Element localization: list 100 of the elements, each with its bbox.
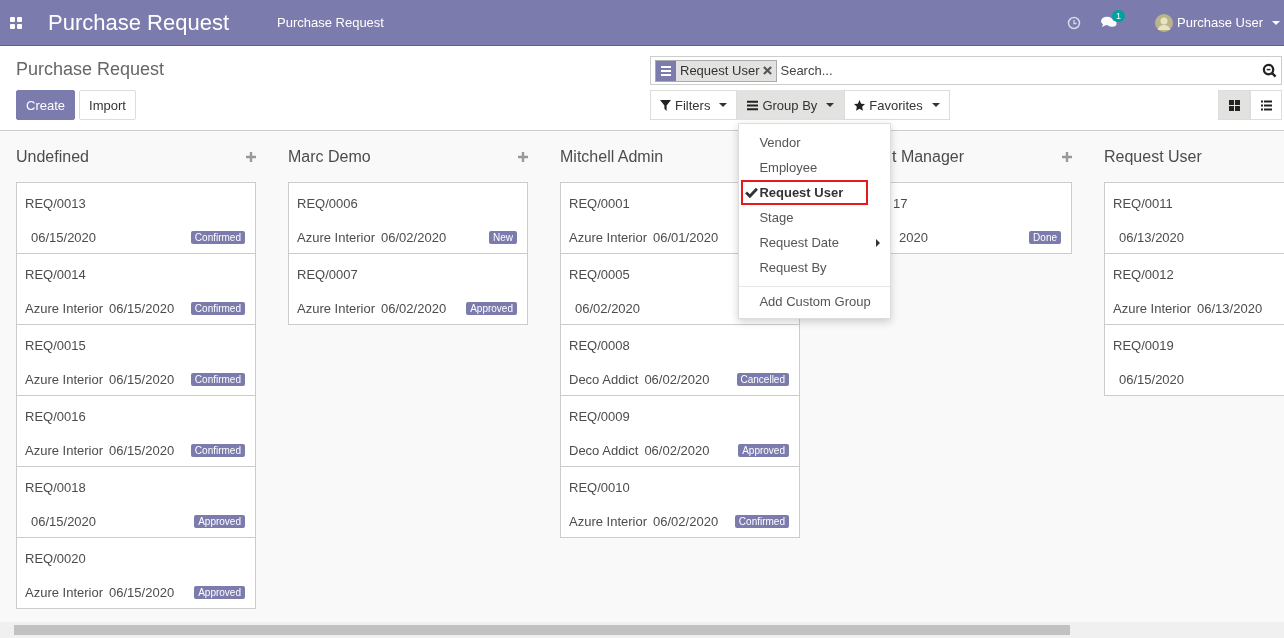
card-reference: REQ/0014 [25,266,87,284]
status-tag: Confirmed [190,443,245,457]
card-date: 06/13/2020 [1197,300,1263,316]
card-vendor: Deco Addict [569,442,639,458]
card-reference: REQ/0013 [25,195,87,213]
caret-icon [1272,20,1280,25]
card-vendor: Azure Interior [569,513,648,529]
scrollbar[interactable] [0,622,1284,638]
caret-icon [719,103,728,107]
card-vendor: Azure Interior [25,371,104,387]
notification-badge: 1 [1112,10,1126,22]
clock-icon[interactable] [1067,15,1081,30]
card-reference: REQ/0015 [25,337,87,355]
search-icon[interactable] [1262,63,1277,78]
plus-icon[interactable] [1062,151,1072,162]
card-date: 06/02/2020 [644,442,710,458]
status-tag: Confirmed [190,301,245,315]
card-date: 06/15/2020 [109,584,175,600]
status-tag: Approved [738,443,789,457]
card-vendor: Deco Addict [569,371,639,387]
card-date: 06/15/2020 [109,300,175,316]
menu-item[interactable]: Employee [739,155,891,180]
plus-icon[interactable] [246,151,256,162]
status-tag: Confirmed [190,372,245,386]
caret-icon [931,103,940,107]
card-vendor: Azure Interior [25,442,104,458]
column-title: Request User [1104,147,1202,166]
search-facet[interactable]: Request User [655,59,778,82]
kanban-card[interactable]: REQ/0014 Azure Interior 06/15/2020 Confirmed [16,253,256,325]
status-tag: Cancelled [736,372,789,386]
kanban-card[interactable]: REQ/0018 06/15/2020 Approved [16,466,256,538]
card-reference: REQ/0012 [1113,266,1175,284]
view-switch-button[interactable] [1218,90,1250,120]
kanban-card[interactable]: REQ/0011 06/13/2020 [1104,182,1284,254]
list-view-icon [1260,99,1272,111]
column-title: t Manager [891,147,965,166]
kanban-card[interactable]: REQ/0006 Azure Interior 06/02/2020 New [288,182,528,254]
caret-icon [826,103,835,107]
card-date: 2020 [899,229,928,245]
card-vendor: Azure Interior [1113,300,1192,316]
card-reference: REQ/0018 [25,479,87,497]
action-button[interactable]: Create [16,90,76,120]
card-reference: REQ/0008 [569,337,631,355]
search-field[interactable]: Request User Search... [650,56,1282,85]
apps-icon[interactable] [10,16,22,29]
dropdown-button[interactable]: Group By [737,90,845,120]
status-tag: Approved [194,585,245,599]
user-menu[interactable]: Purchase User [1155,13,1280,32]
kanban-card[interactable]: REQ/0016 Azure Interior 06/15/2020 Confirmed [16,395,256,467]
card-reference: REQ/0011 [1113,195,1174,213]
app-title: Purchase Request [48,9,229,36]
card-reference: REQ/0016 [25,408,87,426]
card-reference: REQ/0020 [25,550,87,568]
kanban-card[interactable]: REQ/0010 Azure Interior 06/02/2020 Confirmed [560,466,800,538]
kanban-card[interactable]: REQ/0013 06/15/2020 Confirmed [16,182,256,254]
column-title: Marc Demo [288,147,371,166]
card-date: 06/02/2020 [381,300,447,316]
kanban-card[interactable]: REQ/0008 Deco Addict 06/02/2020 Cancelled [560,324,800,396]
view-switch-button[interactable] [1250,90,1282,120]
kanban-card[interactable]: REQ/0012 Azure Interior 06/13/2020 [1104,253,1284,325]
kanban-view-icon [1228,99,1240,111]
star-icon [854,99,866,111]
dropdown-button[interactable]: Filters [650,90,738,120]
status-tag: New [489,230,517,244]
card-vendor: Azure Interior [25,300,104,316]
kanban-card[interactable]: REQ/0009 Deco Addict 06/02/2020 Approved [560,395,800,467]
card-date: 06/15/2020 [109,371,175,387]
card-reference: 17 [892,195,909,213]
column-title: Mitchell Admin [560,147,664,166]
plus-icon[interactable] [518,151,528,162]
breadcrumb: Purchase Request [16,58,166,81]
check-icon [745,187,759,198]
card-reference: REQ/0019 [1113,337,1175,355]
card-date: 06/15/2020 [1119,371,1185,387]
card-date: 06/15/2020 [31,229,97,245]
status-tag: Confirmed [734,514,789,528]
card-date: 06/02/2020 [381,229,447,245]
kanban-card[interactable]: REQ/0019 06/15/2020 [1104,324,1284,396]
action-button[interactable]: Import [79,90,136,120]
kanban-card[interactable]: REQ/0007 Azure Interior 06/02/2020 Approved [288,253,528,325]
menu-item[interactable]: Vendor [739,130,891,155]
card-vendor: Azure Interior [569,229,648,245]
card-reference: REQ/0007 [297,266,359,284]
card-date: 06/13/2020 [1119,229,1185,245]
status-tag: Approved [466,301,517,315]
card-date: 06/01/2020 [653,229,719,245]
menu-item[interactable]: Purchase Request [277,15,384,30]
card-reference: REQ/0009 [569,408,631,426]
card-vendor: Azure Interior [297,229,376,245]
kanban-card[interactable]: REQ/0020 Azure Interior 06/15/2020 Approved [16,537,256,609]
chat-icon[interactable] [1101,16,1117,29]
card-date: 06/02/2020 [644,371,710,387]
card-date: 06/15/2020 [109,442,175,458]
list-icon [656,60,676,81]
dropdown-button[interactable]: Favorites [844,90,950,120]
kanban-card[interactable]: REQ/0015 Azure Interior 06/15/2020 Confirmed [16,324,256,396]
card-date: 06/02/2020 [575,300,641,316]
remove-icon[interactable] [763,66,773,75]
submenu-caret-icon [876,239,881,247]
card-date: 06/02/2020 [653,513,719,529]
